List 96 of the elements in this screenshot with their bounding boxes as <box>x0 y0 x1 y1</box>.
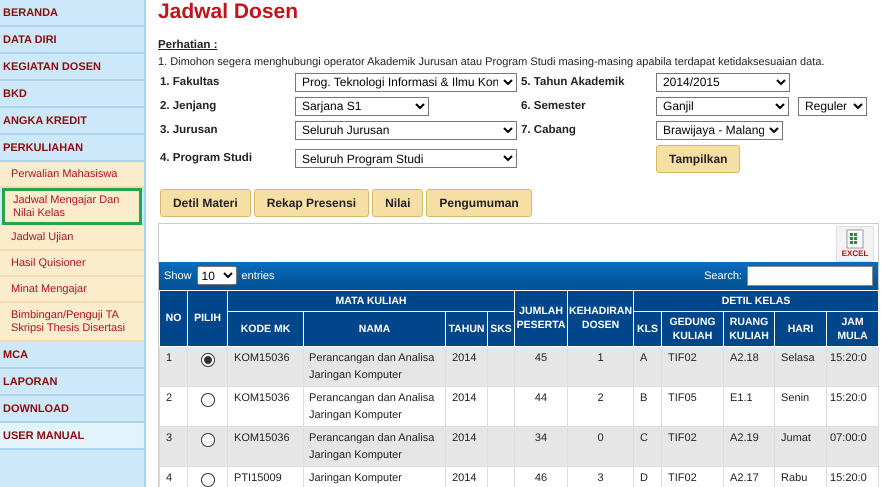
dropdown-field[interactable]: Reguler <box>798 96 867 116</box>
notice-heading: Perhatian : <box>158 38 218 53</box>
column-header: KEHADIRAN DOSEN <box>568 290 634 346</box>
column-header: MATA KULIAH <box>228 290 515 312</box>
dropdown-field[interactable]: 2014/2015 <box>656 72 790 92</box>
table-cell: Perancangan dan Analisa Jaringan Komputer <box>304 426 446 466</box>
page-size-dropdown[interactable]: 10 <box>196 266 237 286</box>
table-cell: 45 <box>514 346 568 386</box>
column-header: DETIL KELAS <box>634 290 879 312</box>
column-header: KLS <box>634 311 662 346</box>
field-label: 4. Program Studi <box>160 151 254 166</box>
menu-item[interactable]: MCA <box>0 342 144 369</box>
table-cell: A <box>634 346 662 386</box>
table-cell: 1 <box>568 346 634 386</box>
radio-button[interactable] <box>200 352 214 367</box>
column-header: PILIH <box>188 290 228 346</box>
table-cell: 3 <box>160 426 188 466</box>
field-label: 3. Jurusan <box>160 122 219 138</box>
dropdown-field[interactable]: Ganjil <box>656 96 789 116</box>
submenu-item[interactable]: Jadwal Ujian <box>0 225 144 251</box>
page-title: Jadwal Dosen <box>158 0 300 24</box>
table-cell: KOM15036 <box>228 346 304 386</box>
field-label: 2. Jenjang <box>160 98 218 114</box>
table-cell: 2014 <box>446 386 488 426</box>
menu-item[interactable]: LAPORAN <box>0 369 144 396</box>
spreadsheet-icon <box>844 228 866 249</box>
dropdown-field[interactable]: Seluruh Jurusan <box>295 120 517 140</box>
submenu-item[interactable]: Hasil Quisioner <box>0 251 144 277</box>
field-label: 1. Fakultas <box>160 74 220 90</box>
table-cell: B <box>634 386 662 426</box>
column-header: SKS <box>488 311 515 346</box>
entries-label: entries <box>242 268 275 284</box>
table-cell: 15:20:0 <box>826 386 879 426</box>
table-cell: A2.19 <box>724 426 775 466</box>
field-label: 5. Tahun Akademik <box>521 74 626 90</box>
column-header: KODE MK <box>228 311 304 346</box>
table-cell: TIF02 <box>662 426 724 466</box>
column-header: NO <box>160 290 188 346</box>
table-cell: 2 <box>160 386 188 426</box>
dropdown-field[interactable]: Brawijaya - Malang <box>656 120 783 140</box>
table-cell: 2014 <box>446 426 488 466</box>
table-cell: Perancangan dan Analisa Jaringan Komputer <box>304 386 446 426</box>
table-cell: Selasa <box>774 346 827 386</box>
table-cell: E1.1 <box>724 386 775 426</box>
dropdown-field[interactable]: Sarjana S1 <box>295 96 429 116</box>
table-cell: 2014 <box>446 346 488 386</box>
menu-item[interactable]: USER MANUAL <box>0 423 144 450</box>
submenu-item[interactable]: Bimbingan/Penguji TA Skripsi Thesis Disertasi <box>0 303 144 342</box>
search-label: Search: <box>704 268 742 284</box>
radio-button[interactable] <box>200 432 214 447</box>
field-label: 7. Cabang <box>521 122 577 138</box>
table-cell: KOM15036 <box>228 386 304 426</box>
action-button[interactable]: Detil Materi <box>160 188 251 217</box>
table-cell: 2 <box>568 386 634 426</box>
action-button[interactable]: Pengumuman <box>426 188 532 217</box>
column-header: TAHUN <box>446 311 488 346</box>
table-cell: 1 <box>160 346 188 386</box>
menu-item[interactable]: KEGIATAN DOSEN <box>0 54 144 81</box>
notice-text: 1. Dimohon segera menghubungi operator Akademik Jurusan atau Program Studi masing-masing apabila terdapat ketidaksesuaian data. <box>158 55 826 70</box>
submenu-item[interactable]: Perwalian Mahasiswa <box>0 162 144 188</box>
table-cell: 0 <box>568 426 634 466</box>
table-cell: 44 <box>514 386 568 426</box>
menu-item[interactable]: ANGKA KREDIT <box>0 108 144 135</box>
table-cell: Perancangan dan Analisa Jaringan Komputer <box>304 346 446 386</box>
table-cell: TIF05 <box>662 386 724 426</box>
submenu-item[interactable]: Jadwal Mengajar Dan Nilai Kelas <box>2 188 142 225</box>
table-cell: A2.18 <box>724 346 775 386</box>
action-button[interactable]: Rekap Presensi <box>254 188 370 217</box>
column-header: JUMLAH PESERTA <box>514 290 568 346</box>
action-button[interactable]: Nilai <box>372 188 424 217</box>
search-field[interactable] <box>747 266 873 286</box>
field-label: 6. Semester <box>521 98 587 114</box>
column-header: JAM MULA <box>826 311 879 346</box>
radio-button[interactable] <box>200 392 214 407</box>
table-cell: C <box>634 426 662 466</box>
table-cell: 15:20:0 <box>826 346 879 386</box>
show-label: Show <box>164 268 192 284</box>
table-cell: Jumat <box>774 426 827 466</box>
menu-item[interactable]: DATA DIRI <box>0 27 144 54</box>
column-header: RUANG KULIAH <box>724 311 775 346</box>
column-header: HARI <box>774 311 827 346</box>
show-button[interactable]: Tampilkan <box>656 144 740 173</box>
table-cell: KOM15036 <box>228 426 304 466</box>
table-cell: 4 <box>160 466 188 487</box>
menu-item[interactable]: BERANDA <box>0 0 144 27</box>
column-header: NAMA <box>304 311 446 346</box>
excel-export-button[interactable]: EXCEL <box>836 226 874 262</box>
menu-item[interactable]: BKD <box>0 81 144 108</box>
submenu-item[interactable]: Minat Mengajar <box>0 277 144 303</box>
column-header: GEDUNG KULIAH <box>662 311 724 346</box>
table-cell: TIF02 <box>662 346 724 386</box>
radio-button[interactable] <box>200 472 214 487</box>
dropdown-field[interactable]: Seluruh Program Studi <box>295 149 517 168</box>
table-cell: Senin <box>774 386 827 426</box>
table-cell: 34 <box>514 426 568 466</box>
table-cell: 07:00:0 <box>826 426 879 466</box>
